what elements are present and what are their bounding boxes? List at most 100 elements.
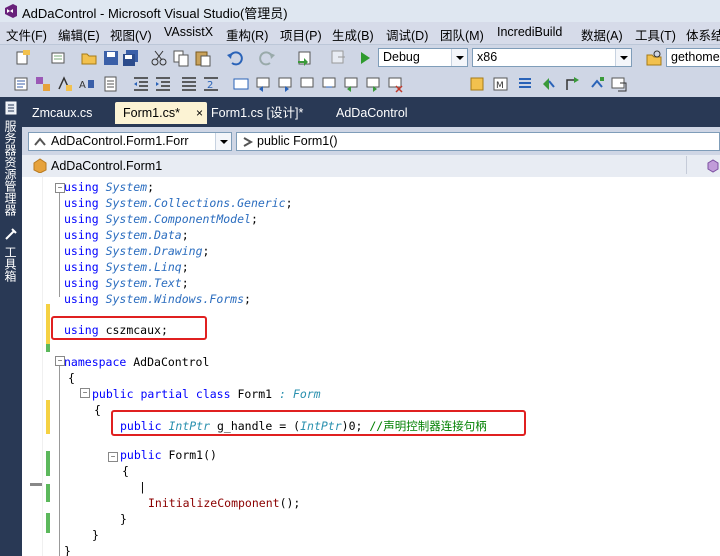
code-line-3: using System.ComponentModel; <box>64 211 258 227</box>
class-view-icon[interactable] <box>34 75 52 93</box>
chevron-down-icon[interactable] <box>215 133 231 150</box>
code-line-16: { <box>122 464 129 478</box>
menu-view[interactable]: 视图(V) <box>110 25 152 44</box>
undo-icon[interactable] <box>226 49 244 67</box>
copy-icon[interactable] <box>172 49 190 67</box>
object-browser-icon[interactable] <box>12 75 30 93</box>
menu-refactor[interactable]: 重构(R) <box>226 25 268 44</box>
vassistx-options-icon[interactable] <box>610 75 628 93</box>
increase-indent-icon[interactable] <box>154 75 172 93</box>
parameter-info-icon[interactable] <box>56 75 74 93</box>
previous-bookmark-icon[interactable] <box>254 75 272 93</box>
chevron-down-icon[interactable] <box>451 49 467 66</box>
previous-bookmark-document-icon[interactable] <box>342 75 360 93</box>
decrease-indent-icon[interactable] <box>132 75 150 93</box>
toggle-bookmark-icon[interactable] <box>232 75 250 93</box>
vassistx-goto-icon[interactable] <box>564 75 582 93</box>
previous-bookmark-folder-icon[interactable] <box>298 75 316 93</box>
uncomment-lines-icon[interactable]: 2 <box>202 75 220 93</box>
code-editor[interactable]: − − − − using System; using System.Colle… <box>22 177 720 556</box>
close-icon[interactable]: × <box>196 102 203 124</box>
solution-config-value: Debug <box>383 50 420 64</box>
code-line-2: using System.Collections.Generic; <box>64 195 293 211</box>
svg-text:M: M <box>496 81 504 91</box>
highlight-box-using <box>51 316 207 340</box>
menu-architecture[interactable]: 体系结 <box>686 25 720 44</box>
menu-project[interactable]: 项目(P) <box>280 25 322 44</box>
types-select[interactable]: AdDaControl.Form1.Forr <box>28 132 232 151</box>
collapse-icon[interactable]: − <box>80 388 90 398</box>
save-icon[interactable] <box>102 49 120 67</box>
new-project-icon[interactable] <box>14 49 32 67</box>
tab-form1-cs[interactable]: Form1.cs* × <box>115 102 207 124</box>
vassistx-refactor-icon[interactable] <box>588 75 606 93</box>
navigate-forward-icon[interactable] <box>330 49 348 67</box>
punctuation: : <box>279 387 286 401</box>
namespace-ref: System.Windows.Forms <box>105 292 245 306</box>
save-all-icon[interactable] <box>122 49 140 67</box>
change-marker-saved <box>46 484 50 502</box>
code-line-1: using System; <box>64 179 154 195</box>
visual-studio-icon <box>5 4 17 18</box>
tab-zmcaux-cs[interactable]: Zmcaux.cs <box>24 102 110 124</box>
start-debugging-icon[interactable] <box>356 49 374 67</box>
menu-debug[interactable]: 调试(D) <box>386 25 428 44</box>
vassistx-find-symbol-icon[interactable]: M <box>492 75 510 93</box>
toolbox-icon <box>5 228 17 240</box>
svg-text:A: A <box>79 80 86 91</box>
clear-bookmarks-icon[interactable] <box>386 75 404 93</box>
chevron-down-icon[interactable] <box>686 156 703 174</box>
menu-edit[interactable]: 编辑(E) <box>58 25 100 44</box>
code-line-21: } <box>64 544 71 556</box>
solution-platform-select[interactable]: x86 <box>472 48 632 67</box>
open-file-icon[interactable] <box>80 49 98 67</box>
redo-icon[interactable] <box>258 49 276 67</box>
code-line-5: using System.Drawing; <box>64 243 209 259</box>
next-bookmark-folder-icon[interactable] <box>320 75 338 93</box>
punctuation: ; <box>244 292 251 306</box>
find-combo[interactable]: gethome <box>666 48 720 67</box>
document-tab-strip: Zmcaux.cs Form1.cs* × Form1.cs [设计]* AdD… <box>22 97 720 125</box>
next-bookmark-document-icon[interactable] <box>364 75 382 93</box>
vassistx-open-file-icon[interactable] <box>468 75 486 93</box>
vassistx-list-methods-icon[interactable] <box>516 75 534 93</box>
menu-build[interactable]: 生成(B) <box>332 25 374 44</box>
solution-platform-value: x86 <box>477 50 498 64</box>
side-tool-strip: 服务器资源管理器 工具箱 <box>0 97 22 556</box>
code-line-11: { <box>68 371 75 385</box>
tab-form1-designer[interactable]: Form1.cs [设计]* <box>203 102 323 124</box>
comment-lines-icon[interactable] <box>180 75 198 93</box>
add-item-icon[interactable] <box>50 49 68 67</box>
class-bar: AdDaControl.Form1 <box>22 155 720 178</box>
menu-tools[interactable]: 工具(T) <box>635 25 676 44</box>
tab-label: Form1.cs* <box>123 106 180 120</box>
navigate-backward-icon[interactable] <box>296 49 314 67</box>
class-bar-label: AdDaControl.Form1 <box>51 159 163 173</box>
window-title: AdDaControl - Microsoft Visual Studio(管理… <box>22 6 288 21</box>
code-line-6: using System.Linq; <box>64 259 189 275</box>
vassistx-back-icon[interactable] <box>540 75 558 93</box>
members-select[interactable]: public Form1() <box>236 132 720 151</box>
menu-incredibuild[interactable]: IncrediBuild <box>497 25 562 39</box>
paste-icon[interactable] <box>194 49 212 67</box>
word-completion-icon[interactable] <box>102 75 120 93</box>
namespace-ref: System.Data <box>105 228 182 242</box>
quick-info-icon[interactable]: A <box>78 75 96 93</box>
menu-data[interactable]: 数据(A) <box>581 25 623 44</box>
next-bookmark-icon[interactable] <box>276 75 294 93</box>
find-in-files-icon[interactable] <box>645 49 663 67</box>
tab-addacontrol[interactable]: AdDaControl <box>328 102 428 124</box>
text-cursor: | <box>139 480 146 494</box>
solution-config-select[interactable]: Debug <box>378 48 468 67</box>
menu-file[interactable]: 文件(F) <box>6 25 47 44</box>
menu-vassistx[interactable]: VAssistX <box>164 25 213 39</box>
chevron-down-icon[interactable] <box>615 49 631 66</box>
collapse-icon[interactable]: − <box>108 452 118 462</box>
server-explorer-tab[interactable]: 服务器资源管理器 <box>3 101 19 216</box>
method-icon <box>243 137 254 147</box>
cut-icon[interactable] <box>150 49 168 67</box>
indicator-margin[interactable] <box>22 177 43 556</box>
menu-team[interactable]: 团队(M) <box>440 25 484 44</box>
punctuation: ; <box>181 228 189 242</box>
toolbox-tab[interactable]: 工具箱 <box>3 227 19 282</box>
